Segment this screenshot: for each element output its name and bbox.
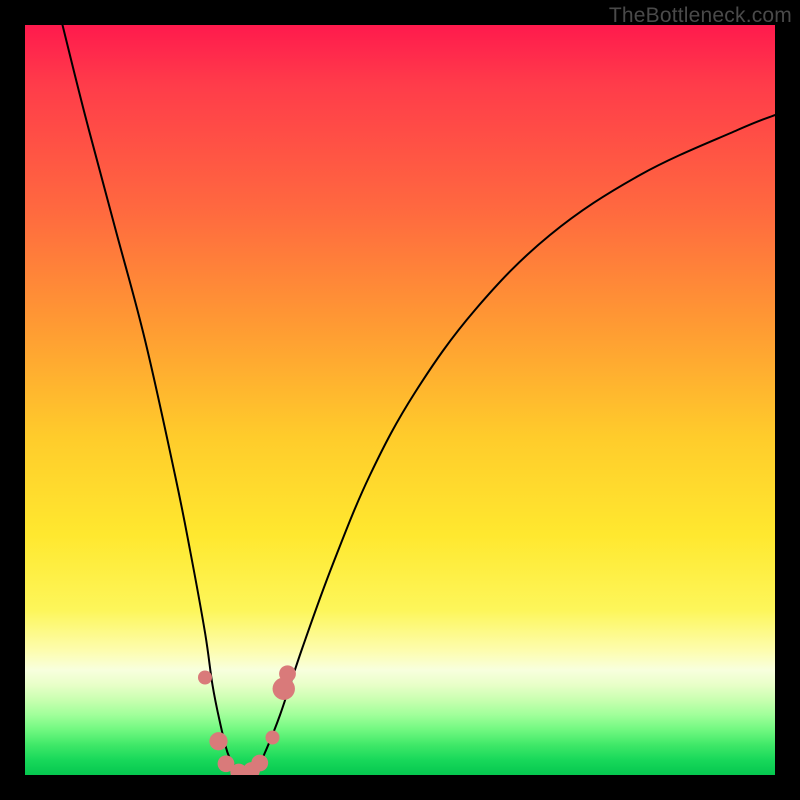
curve-marker bbox=[279, 665, 296, 682]
curve-layer bbox=[25, 25, 775, 775]
curve-marker bbox=[266, 731, 280, 745]
plot-area bbox=[25, 25, 775, 775]
bottleneck-curve bbox=[63, 25, 776, 773]
chart-frame: TheBottleneck.com bbox=[0, 0, 800, 800]
curve-marker bbox=[209, 732, 227, 750]
curve-marker bbox=[251, 755, 268, 772]
curve-marker bbox=[198, 671, 212, 685]
watermark-text: TheBottleneck.com bbox=[609, 4, 792, 28]
